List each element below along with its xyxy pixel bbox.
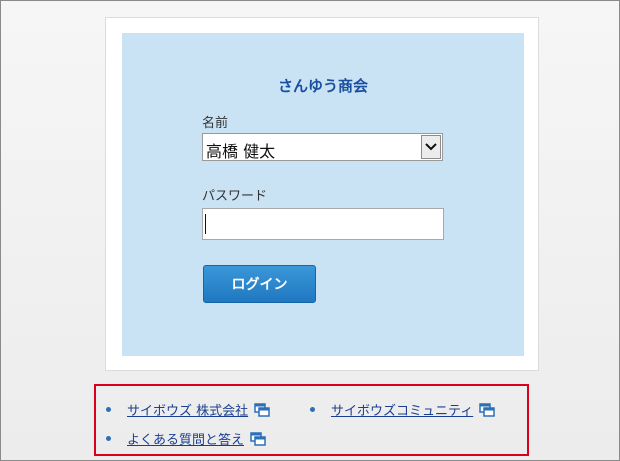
list-item: サイボウズ 株式会社 <box>106 400 270 419</box>
password-label: パスワード <box>202 189 268 204</box>
name-label: 名前 <box>202 116 229 131</box>
bullet-icon <box>106 436 111 441</box>
bullet-icon <box>106 407 111 412</box>
window-frame: さんゆう商会 名前 高橋 健太 パスワード ログイン サイボウズ 株式会社 サイ… <box>0 0 620 461</box>
chevron-down-icon[interactable] <box>421 135 441 159</box>
password-input[interactable] <box>202 208 444 240</box>
text-caret <box>205 214 206 234</box>
help-links-box: サイボウズ 株式会社 サイボウズコミュニティ よくある質問と答え <box>94 384 529 456</box>
new-window-icon[interactable] <box>479 402 495 417</box>
company-name: さんゆう商会 <box>277 77 368 95</box>
new-window-icon[interactable] <box>254 402 270 417</box>
list-item: よくある質問と答え <box>106 429 266 448</box>
link-faq[interactable]: よくある質問と答え <box>127 429 244 448</box>
bullet-icon <box>310 407 315 412</box>
link-cybozu-community[interactable]: サイボウズコミュニティ <box>331 400 473 419</box>
name-select[interactable]: 高橋 健太 <box>202 133 443 161</box>
list-item: サイボウズコミュニティ <box>310 400 495 419</box>
link-cybozu-company[interactable]: サイボウズ 株式会社 <box>127 400 248 419</box>
new-window-icon[interactable] <box>250 431 266 446</box>
login-panel: さんゆう商会 名前 高橋 健太 パスワード ログイン <box>122 33 524 356</box>
login-card: さんゆう商会 名前 高橋 健太 パスワード ログイン <box>105 17 539 371</box>
login-button[interactable]: ログイン <box>203 265 316 303</box>
name-select-value: 高橋 健太 <box>206 142 276 161</box>
